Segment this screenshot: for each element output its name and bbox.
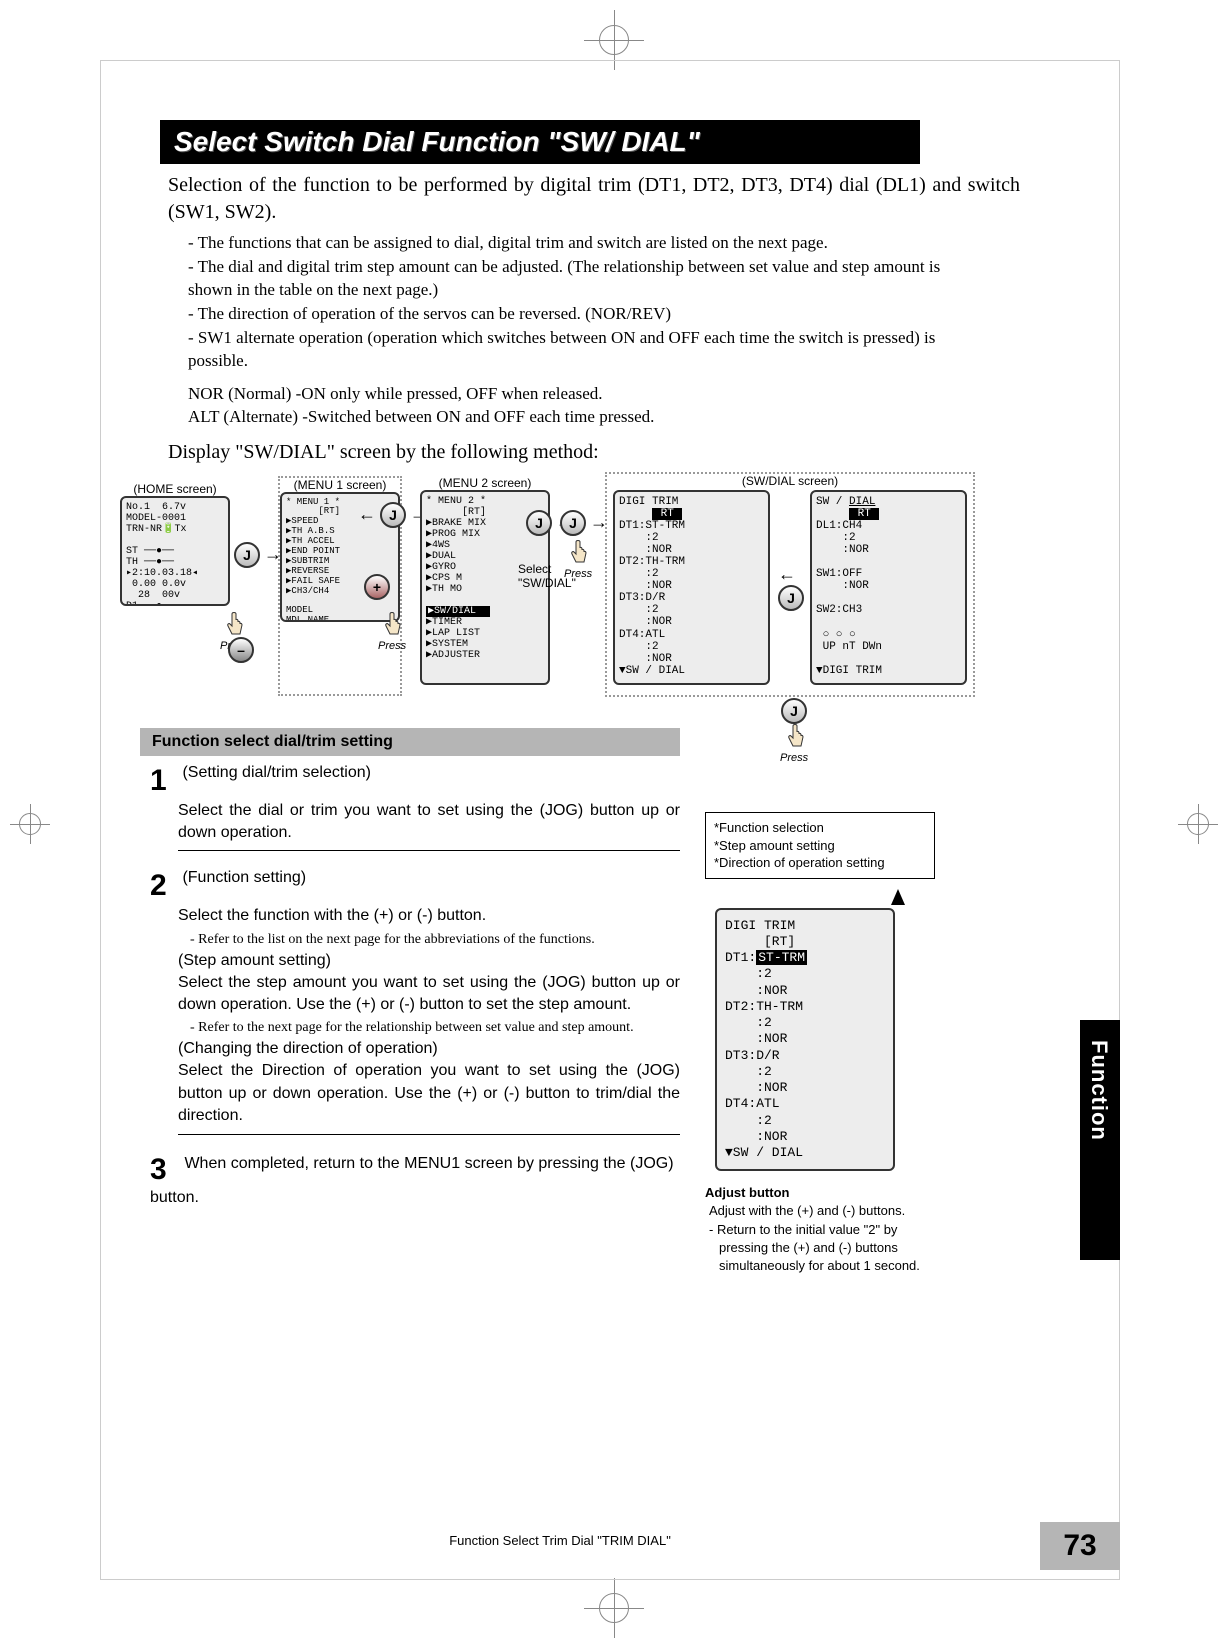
info-line: *Step amount setting xyxy=(714,837,926,855)
bullet-3: - The direction of operation of the serv… xyxy=(188,303,958,326)
right-lcd: DIGI TRIM [RT] DT1:ST-TRM :2 :NOR DT2:TH… xyxy=(715,908,895,1172)
side-tab-label: Function xyxy=(1086,1040,1112,1141)
step-3: 3 When completed, return to the MENU1 sc… xyxy=(150,1153,680,1209)
press-label: Press xyxy=(564,568,592,580)
jog-button-icon: J xyxy=(380,502,406,528)
sw-dial-lcd: SW / DIAL RT DL1:CH4 :2 :NOR SW1:OFF :NO… xyxy=(810,490,967,685)
jog-button-icon: J xyxy=(234,542,260,568)
step-body: Select the step amount you want to set u… xyxy=(178,972,680,1017)
info-line: *Direction of operation setting xyxy=(714,854,926,872)
nor-alt-block: NOR (Normal) -ON only while pressed, OFF… xyxy=(188,383,1020,429)
home-screen-label: (HOME screen) xyxy=(120,482,230,496)
bullet-4: - SW1 alternate operation (operation whi… xyxy=(188,327,958,373)
display-note: Display "SW/DIAL" screen by the followin… xyxy=(168,441,1020,464)
plus-button-icon: + xyxy=(364,574,390,600)
jog-button-icon: J xyxy=(778,585,804,611)
up-arrow-icon xyxy=(891,889,905,905)
step-body: Select the function with the (+) or (-) … xyxy=(178,905,680,927)
hand-icon xyxy=(564,540,590,568)
steps-block: 1 (Setting dial/trim selection) Select t… xyxy=(150,764,680,1210)
hand-icon xyxy=(220,612,246,640)
step-subhead: (Changing the direction of operation) xyxy=(178,1040,680,1058)
minus-button-icon: – xyxy=(228,637,254,663)
jog-button-icon: J xyxy=(781,698,807,724)
side-tab: Function xyxy=(1080,1020,1120,1260)
crop-mark-left xyxy=(10,804,50,844)
adjust-line: Adjust with the (+) and (-) buttons. xyxy=(709,1202,935,1220)
step-num: 3 xyxy=(150,1153,178,1187)
step-num: 1 xyxy=(150,764,178,798)
press-label: Press xyxy=(378,640,406,652)
step-subhead: (Step amount setting) xyxy=(178,952,680,970)
step-note: - Refer to the next page for the relatio… xyxy=(190,1020,680,1036)
step-1: 1 (Setting dial/trim selection) Select t… xyxy=(150,764,680,852)
hand-icon xyxy=(378,612,404,640)
footer-text: Function Select Trim Dial "TRIM DIAL" xyxy=(260,1533,860,1548)
navigation-diagram: (HOME screen) No.1 6.7v MODEL-0001 TRN-N… xyxy=(120,472,990,722)
intro-paragraph: Selection of the function to be performe… xyxy=(168,172,1020,226)
nor-line: NOR (Normal) -ON only while pressed, OFF… xyxy=(188,383,1020,406)
crop-mark-right xyxy=(1178,804,1218,844)
adjust-heading: Adjust button xyxy=(705,1185,935,1200)
step-2: 2 (Function setting) Select the function… xyxy=(150,869,680,1134)
feature-list: - The functions that can be assigned to … xyxy=(188,232,958,373)
press-label: Press xyxy=(780,752,808,764)
step-num: 2 xyxy=(150,869,178,903)
bullet-1: - The functions that can be assigned to … xyxy=(188,232,958,255)
menu1-label: (MENU 1 screen) xyxy=(280,478,400,492)
info-box: *Function selection *Step amount setting… xyxy=(705,812,935,879)
step-head: (Function setting) xyxy=(182,869,306,886)
jog-button-icon: J xyxy=(560,510,586,536)
home-screen-lcd: No.1 6.7v MODEL-0001 TRN-NR🔋Tx ST ──●── … xyxy=(120,496,230,606)
jog-button-icon: J xyxy=(526,510,552,536)
menu2-label: (MENU 2 screen) xyxy=(420,476,550,490)
step-body: Select the dial or trim you want to set … xyxy=(178,800,680,845)
step-head: (Setting dial/trim selection) xyxy=(182,764,371,781)
right-column: *Function selection *Step amount setting… xyxy=(705,812,935,1275)
hand-icon xyxy=(781,724,807,752)
swdial-label: (SW/DIAL screen) xyxy=(607,474,973,488)
step-body: Select the Direction of operation you wa… xyxy=(178,1060,680,1127)
step-note: - Refer to the list on the next page for… xyxy=(190,932,680,948)
bullet-2: - The dial and digital trim step amount … xyxy=(188,256,958,302)
info-line: *Function selection xyxy=(714,819,926,837)
adjust-line: - Return to the initial value "2" by pre… xyxy=(709,1221,935,1276)
crop-mark-bottom xyxy=(584,1578,644,1638)
page-number: 73 xyxy=(1040,1522,1120,1570)
crop-mark-top xyxy=(584,10,644,70)
digi-trim-lcd: DIGI TRIM RT DT1:ST-TRM :2 :NOR DT2:TH-T… xyxy=(613,490,770,685)
page-title: Select Switch Dial Function "SW/ DIAL" xyxy=(160,120,920,164)
step-body: When completed, return to the MENU1 scre… xyxy=(150,1155,674,1206)
section-heading: Function select dial/trim setting xyxy=(140,728,680,756)
alt-line: ALT (Alternate) -Switched between ON and… xyxy=(188,406,1020,429)
adjust-body: Adjust with the (+) and (-) buttons. - R… xyxy=(709,1202,935,1275)
